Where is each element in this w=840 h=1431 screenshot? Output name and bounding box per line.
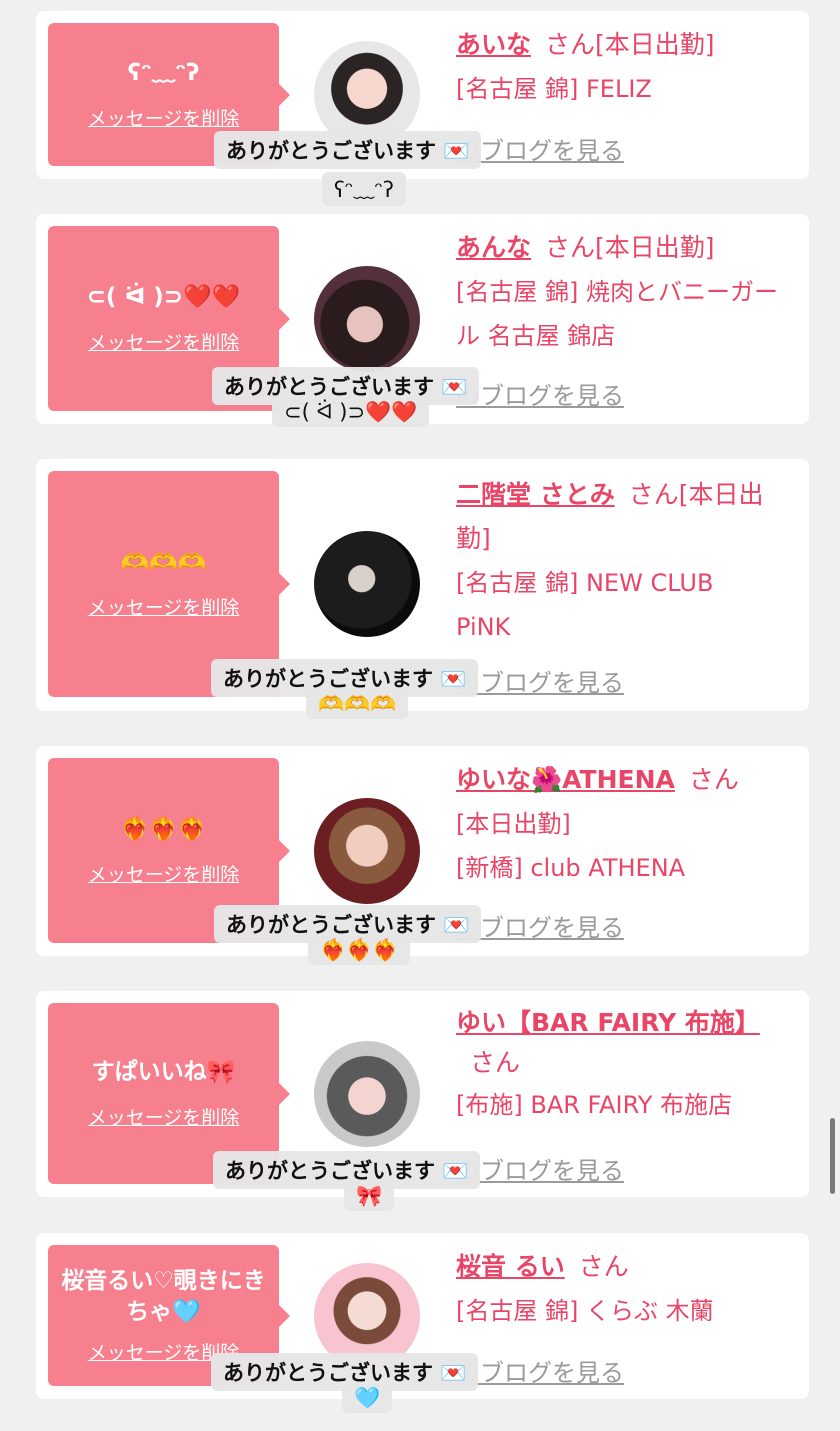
shop-name: [名古屋 錦] くらぶ 木蘭 xyxy=(456,1297,714,1325)
delete-message-link[interactable]: メッセージを削除 xyxy=(88,860,240,887)
love-letter-icon: 💌 xyxy=(442,1159,469,1183)
toast-title: ありがとうございます xyxy=(226,139,436,163)
toast-title: ありがとうございます xyxy=(226,913,436,937)
view-blog-link[interactable]: のブログを見る xyxy=(456,663,624,698)
message-text: 桜音るい♡覗きにきちゃ🩵 xyxy=(61,1267,266,1325)
toast-title: ありがとうございます xyxy=(224,375,434,399)
love-letter-icon: 💌 xyxy=(440,1361,467,1385)
san-label: さん[本日出勤] xyxy=(545,30,715,59)
thanks-toast: ありがとうございます 💌 xyxy=(214,131,482,169)
shop-name: [名古屋 錦] NEW CLUB PiNK xyxy=(456,569,714,641)
cast-name-link[interactable]: あんな xyxy=(456,233,531,262)
view-blog-link[interactable]: のブログを見る xyxy=(456,908,624,943)
shop-name: [名古屋 錦] FELIZ xyxy=(456,75,652,103)
message-text: 🫶🫶🫶 xyxy=(120,549,207,576)
san-label: さん xyxy=(470,1048,521,1077)
toast-title: ありがとうございます xyxy=(225,1159,435,1183)
toast-message: 🩵 xyxy=(342,1384,393,1413)
message-text: ʕᵔ﹏ᵔʔ xyxy=(127,60,200,87)
love-letter-icon: 💌 xyxy=(440,667,467,691)
avatar[interactable] xyxy=(314,266,420,372)
shop-name: [名古屋 錦] 焼肉とバニーガール 名古屋 錦店 xyxy=(456,278,778,350)
san-label: さん xyxy=(688,765,739,794)
love-letter-icon: 💌 xyxy=(443,913,470,937)
love-letter-icon: 💌 xyxy=(441,375,468,399)
delete-message-link[interactable]: メッセージを削除 xyxy=(88,328,240,355)
cast-name-link[interactable]: あいな xyxy=(456,30,531,59)
shop-name: [布施] BAR FAIRY 布施店 xyxy=(456,1091,733,1119)
love-letter-icon: 💌 xyxy=(443,139,470,163)
cast-name-link[interactable]: ゆいな🌺ATHENA xyxy=(456,765,675,794)
shop-name: [新橋] club ATHENA xyxy=(456,854,686,882)
toast-title: ありがとうございます xyxy=(223,1361,433,1385)
cast-name-link[interactable]: 桜音 るい xyxy=(456,1252,565,1281)
toast-message: 🎀 xyxy=(344,1182,395,1211)
message-text: ⊂( ᐛ )⊃❤️❤️ xyxy=(86,284,241,311)
cast-name-link[interactable]: 二階堂 さとみ xyxy=(456,480,615,509)
delete-message-link[interactable]: メッセージを削除 xyxy=(88,1103,240,1130)
san-label: さん[本日出勤] xyxy=(545,233,715,262)
san-label: さん xyxy=(578,1252,629,1281)
toast-message: 🫶🫶🫶 xyxy=(306,690,409,719)
message-text: すぱいいね🎀 xyxy=(91,1059,236,1086)
toast-message: ʕᵔ﹏ᵔʔ xyxy=(322,172,406,206)
delete-message-link[interactable]: メッセージを削除 xyxy=(88,104,240,131)
cast-name-link[interactable]: ゆい【BAR FAIRY 布施】 xyxy=(456,1008,760,1037)
view-blog-link[interactable]: のブログを見る xyxy=(456,376,624,411)
toast-message: ⊂( ᐛ )⊃❤️❤️ xyxy=(272,398,430,427)
message-text: ❤️‍🔥❤️‍🔥❤️‍🔥 xyxy=(120,816,207,843)
avatar[interactable] xyxy=(314,798,420,904)
view-blog-link[interactable]: のブログを見る xyxy=(456,1151,624,1186)
toast-message: ❤️‍🔥❤️‍🔥❤️‍🔥 xyxy=(308,936,411,965)
delete-message-link[interactable]: メッセージを削除 xyxy=(88,593,240,620)
work-status: [本日出勤] xyxy=(456,810,571,838)
toast-title: ありがとうございます xyxy=(223,667,433,691)
vertical-scrollbar[interactable] xyxy=(830,1118,835,1194)
avatar[interactable] xyxy=(314,1041,420,1147)
view-blog-link[interactable]: のブログを見る xyxy=(456,1353,624,1388)
avatar[interactable] xyxy=(314,531,420,637)
view-blog-link[interactable]: のブログを見る xyxy=(456,131,624,166)
